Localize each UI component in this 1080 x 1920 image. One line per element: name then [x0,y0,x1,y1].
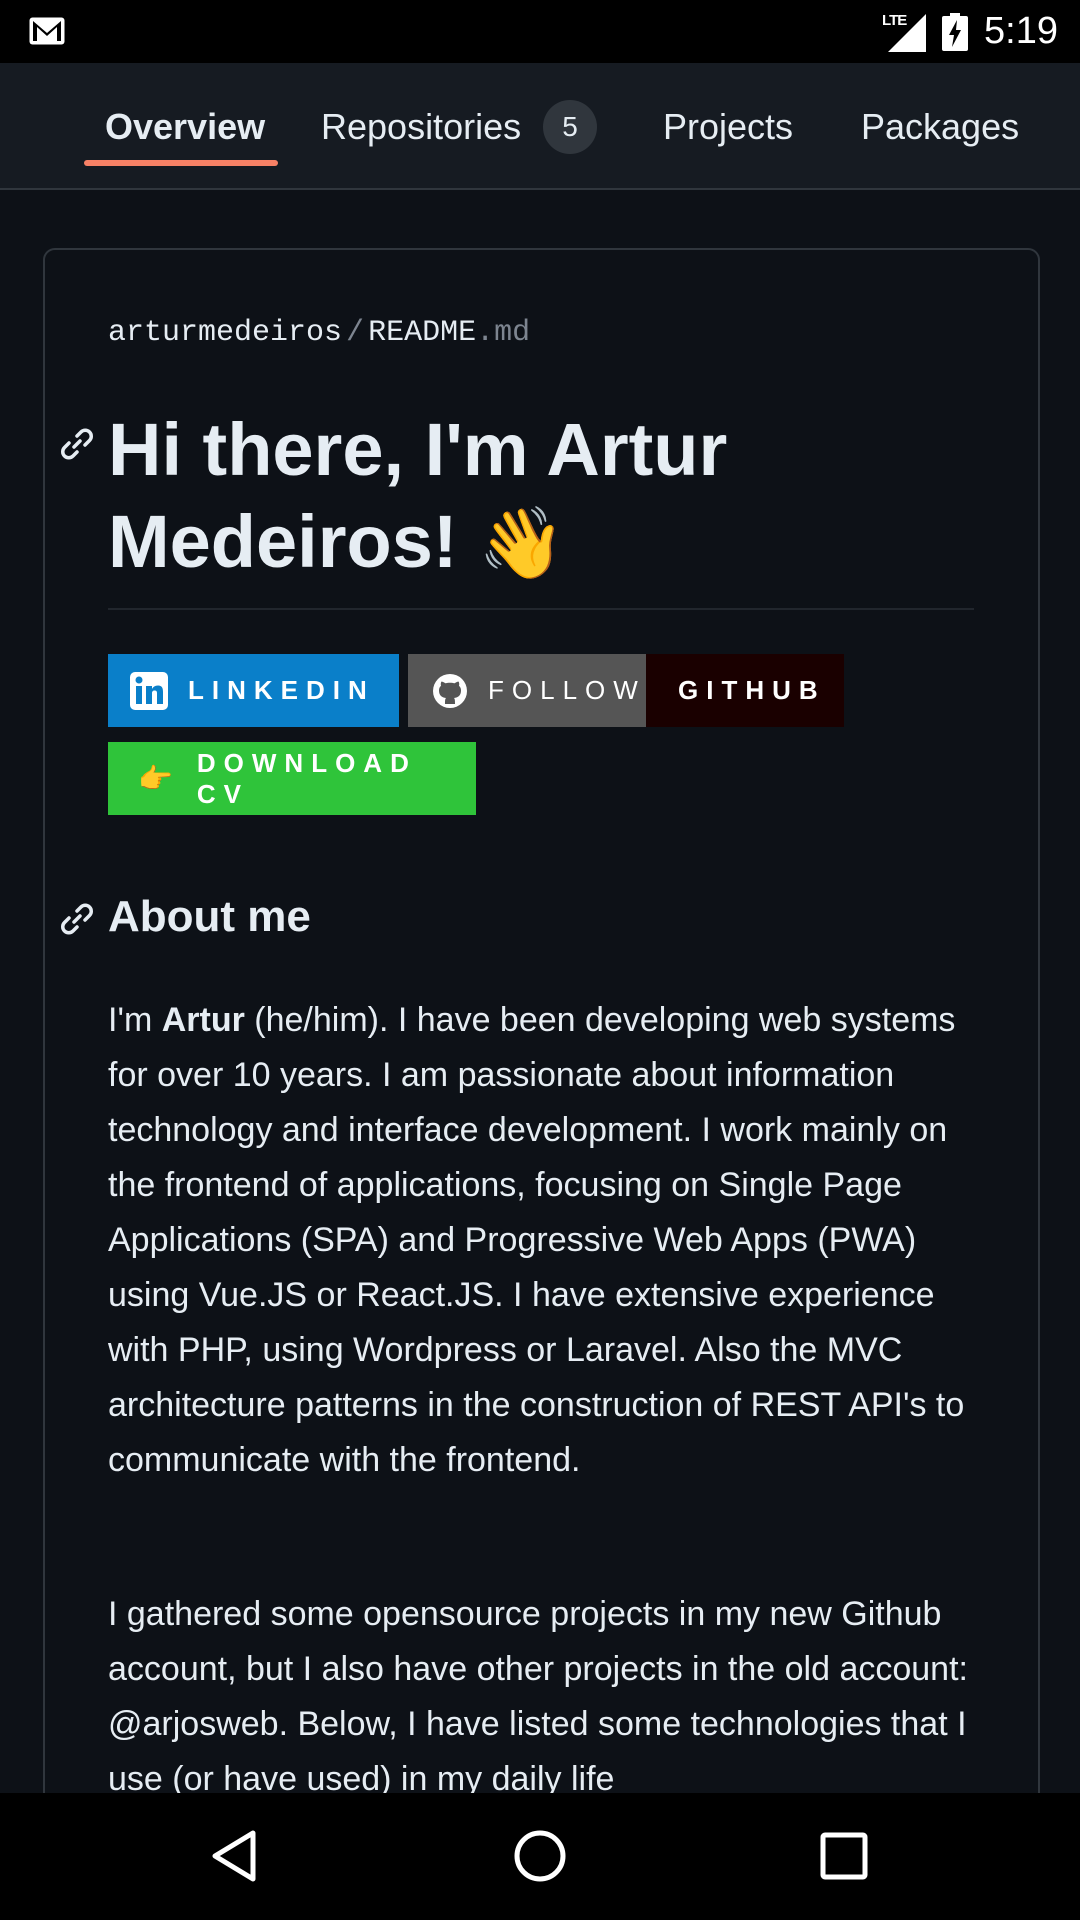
download-cv-label: DOWNLOAD CV [196,747,417,809]
repository-count-badge: 5 [543,99,598,154]
lte-signal-icon: LTE [882,12,927,52]
recents-icon[interactable] [811,1823,877,1889]
about-me-heading: About me [108,892,311,941]
linkedin-icon [130,671,168,710]
readme-file-ext: .md [476,316,531,350]
path-separator: / [346,316,365,350]
back-icon[interactable] [203,1823,269,1889]
about-text: (he/him). I have been developing web sys… [108,1001,965,1479]
system-nav-bar [0,1793,1080,1920]
about-prefix: I'm [108,1001,162,1039]
follow-badge-label: FOLLOW [488,675,646,705]
pointing-hand-emoji: 👉 [138,763,173,794]
tab-overview[interactable]: Overview [105,63,265,190]
clock: 5:19 [984,10,1058,52]
tab-repositories[interactable]: Repositories 5 [321,63,598,190]
heading-divider [108,608,974,610]
profile-tab-nav: Overview Repositories 5 Projects Package… [0,63,1080,190]
tab-label: Overview [105,105,266,147]
about-name: Artur [161,1001,245,1039]
battery-charging-icon [942,12,969,51]
readme-owner-link[interactable]: arturmedeiros [108,316,342,350]
gmail-notification-icon [29,17,65,45]
github-badge-label: GITHUB [678,675,826,705]
readme-breadcrumb: arturmedeiros / README.md [108,316,530,350]
tab-projects[interactable]: Projects [663,63,793,190]
active-tab-indicator [84,160,278,166]
tab-packages[interactable]: Packages [861,63,1019,190]
linkedin-badge-label: LINKEDIN [188,675,375,705]
status-bar: LTE 5:19 [0,0,1080,63]
tab-label: Packages [861,105,1020,147]
title-line-2: Medeiros! [108,500,458,583]
tab-label: Repositories [321,105,522,147]
link-anchor-icon[interactable] [57,899,97,939]
linkedin-badge[interactable]: LINKEDIN [108,654,399,727]
title-line-1: Hi there, I'm Artur [108,408,728,491]
link-anchor-icon[interactable] [57,424,97,464]
download-cv-badge[interactable]: 👉 DOWNLOAD CV [108,742,476,815]
tab-label: Projects [663,105,794,147]
github-badge[interactable]: GITHUB [646,654,844,727]
waving-hand-emoji: 👋 [478,504,566,582]
about-paragraph-1: I'm Artur (he/him). I have been developi… [108,993,988,1488]
readme-title: Hi there, I'm Artur Medeiros! 👋 [108,404,988,589]
about-paragraph-2: I gathered some opensource projects in m… [108,1595,968,1798]
readme-file-name: README [368,316,477,350]
home-icon[interactable] [507,1823,573,1889]
github-follow-badge[interactable]: FOLLOW [408,654,646,727]
github-icon [432,673,468,709]
